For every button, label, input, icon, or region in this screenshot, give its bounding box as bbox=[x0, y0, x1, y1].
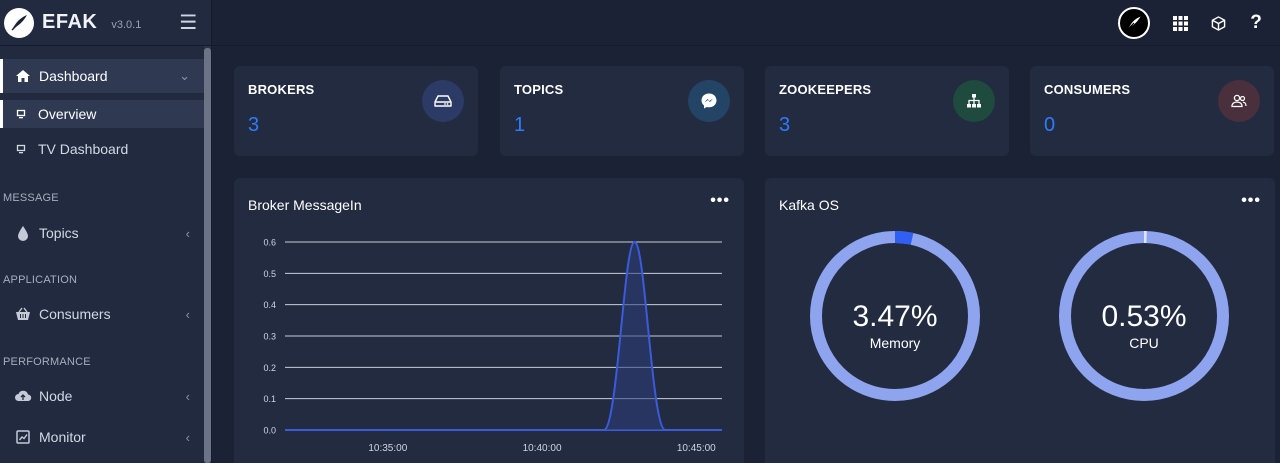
topics-card[interactable]: TOPICS 1 bbox=[500, 66, 744, 156]
basket-icon bbox=[12, 307, 34, 321]
sidebar-item-label: Node bbox=[39, 388, 73, 404]
os-gauges: 3.47% Memory 0.53% CPU bbox=[810, 231, 1229, 401]
y-tick-label: 0.0 bbox=[263, 426, 276, 436]
droplet-icon bbox=[12, 225, 34, 241]
users-icon bbox=[1218, 80, 1260, 122]
sidebar-item-label: Dashboard bbox=[39, 68, 108, 84]
cube-icon[interactable] bbox=[1202, 7, 1234, 39]
chevron-left-icon: ‹ bbox=[185, 429, 190, 445]
sidebar-item-overview[interactable]: Overview bbox=[0, 100, 204, 128]
chevron-down-icon: ⌄ bbox=[179, 68, 190, 83]
chevron-left-icon: ‹ bbox=[185, 225, 190, 241]
feather-icon bbox=[1127, 16, 1141, 30]
app-version: v3.0.1 bbox=[111, 18, 142, 31]
chevron-left-icon: ‹ bbox=[185, 388, 190, 404]
sitemap-icon bbox=[953, 80, 995, 122]
stat-label: CONSUMERS bbox=[1044, 82, 1131, 97]
home-icon bbox=[12, 69, 34, 83]
chevron-left-icon: ‹ bbox=[185, 306, 190, 322]
cloud-upload-icon bbox=[12, 389, 34, 403]
zookeepers-card[interactable]: ZOOKEEPERS 3 bbox=[765, 66, 1009, 156]
kafka-os-panel: Kafka OS ••• 3.47% Memory 0.53% CPU bbox=[765, 178, 1275, 463]
memory-value: 3.47% bbox=[852, 300, 937, 333]
sidebar-item-label: Topics bbox=[39, 225, 79, 241]
sidebar-item-label: TV Dashboard bbox=[38, 141, 129, 157]
stat-value: 3 bbox=[248, 114, 260, 136]
brand: EFAK v3.0.1 ☰ bbox=[0, 0, 211, 46]
sidebar: EFAK v3.0.1 ☰ Dashboard ⌄ Overview TV Da… bbox=[0, 0, 212, 463]
y-tick-label: 0.3 bbox=[263, 332, 276, 342]
stat-label: ZOOKEEPERS bbox=[779, 82, 872, 97]
sidebar-item-label: Monitor bbox=[39, 429, 86, 445]
y-tick-label: 0.1 bbox=[263, 394, 276, 404]
memory-label: Memory bbox=[870, 335, 921, 351]
memory-gauge: 3.47% Memory bbox=[810, 231, 980, 401]
section-performance: PERFORMANCE bbox=[3, 356, 91, 368]
sidebar-scrollbar[interactable] bbox=[204, 46, 211, 463]
chart-line-icon bbox=[12, 430, 34, 444]
brokers-card[interactable]: BROKERS 3 bbox=[234, 66, 478, 156]
broker-messagein-chart: 0.0 0.1 0.2 0.3 0.4 0.5 0.6 10:35:00 10:40:00 10:… bbox=[263, 238, 722, 454]
user-avatar[interactable] bbox=[1118, 7, 1150, 39]
efak-logo-icon[interactable] bbox=[4, 7, 34, 38]
section-message: MESSAGE bbox=[3, 192, 59, 204]
x-tick-label: 10:45:00 bbox=[677, 443, 716, 454]
messenger-icon bbox=[688, 80, 730, 122]
monitor-small-icon bbox=[12, 109, 30, 119]
y-tick-label: 0.6 bbox=[263, 238, 276, 248]
sidebar-item-label: Consumers bbox=[39, 306, 111, 322]
sidebar-item-node[interactable]: Node ‹ bbox=[0, 385, 204, 407]
cpu-value: 0.53% bbox=[1101, 300, 1186, 333]
sidebar-item-topics[interactable]: Topics ‹ bbox=[0, 222, 204, 244]
top-bar: ? bbox=[212, 0, 1280, 46]
cpu-gauge: 0.53% CPU bbox=[1059, 231, 1229, 401]
cpu-label: CPU bbox=[1129, 335, 1159, 351]
stat-value: 0 bbox=[1044, 114, 1056, 136]
sidebar-item-consumers[interactable]: Consumers ‹ bbox=[0, 303, 204, 325]
help-icon[interactable]: ? bbox=[1240, 7, 1272, 39]
monitor-small-icon bbox=[12, 144, 30, 154]
sidebar-item-label: Overview bbox=[38, 106, 97, 122]
y-tick-label: 0.2 bbox=[263, 363, 276, 373]
stat-value: 3 bbox=[779, 114, 791, 136]
y-tick-label: 0.5 bbox=[263, 269, 276, 279]
stat-value: 1 bbox=[514, 114, 526, 136]
x-tick-label: 10:35:00 bbox=[368, 443, 407, 454]
menu-toggle-icon[interactable]: ☰ bbox=[179, 10, 197, 35]
hard-drive-icon bbox=[422, 80, 464, 122]
x-tick-label: 10:40:00 bbox=[523, 443, 562, 454]
apps-grid-icon[interactable] bbox=[1164, 7, 1196, 39]
scrollbar-thumb[interactable] bbox=[204, 48, 211, 463]
section-application: APPLICATION bbox=[3, 274, 78, 286]
stat-label: TOPICS bbox=[514, 82, 564, 97]
sidebar-item-tv-dashboard[interactable]: TV Dashboard bbox=[0, 137, 204, 161]
sidebar-item-dashboard[interactable]: Dashboard ⌄ bbox=[0, 59, 204, 93]
app-name: EFAK bbox=[42, 11, 98, 33]
stat-label: BROKERS bbox=[248, 82, 315, 97]
y-tick-label: 0.4 bbox=[263, 300, 276, 310]
sidebar-item-monitor[interactable]: Monitor ‹ bbox=[0, 426, 204, 448]
consumers-card[interactable]: CONSUMERS 0 bbox=[1030, 66, 1274, 156]
broker-messagein-panel: Broker MessageIn ••• 0.0 0.1 0.2 0.3 0.4 0.5 0… bbox=[234, 178, 744, 463]
